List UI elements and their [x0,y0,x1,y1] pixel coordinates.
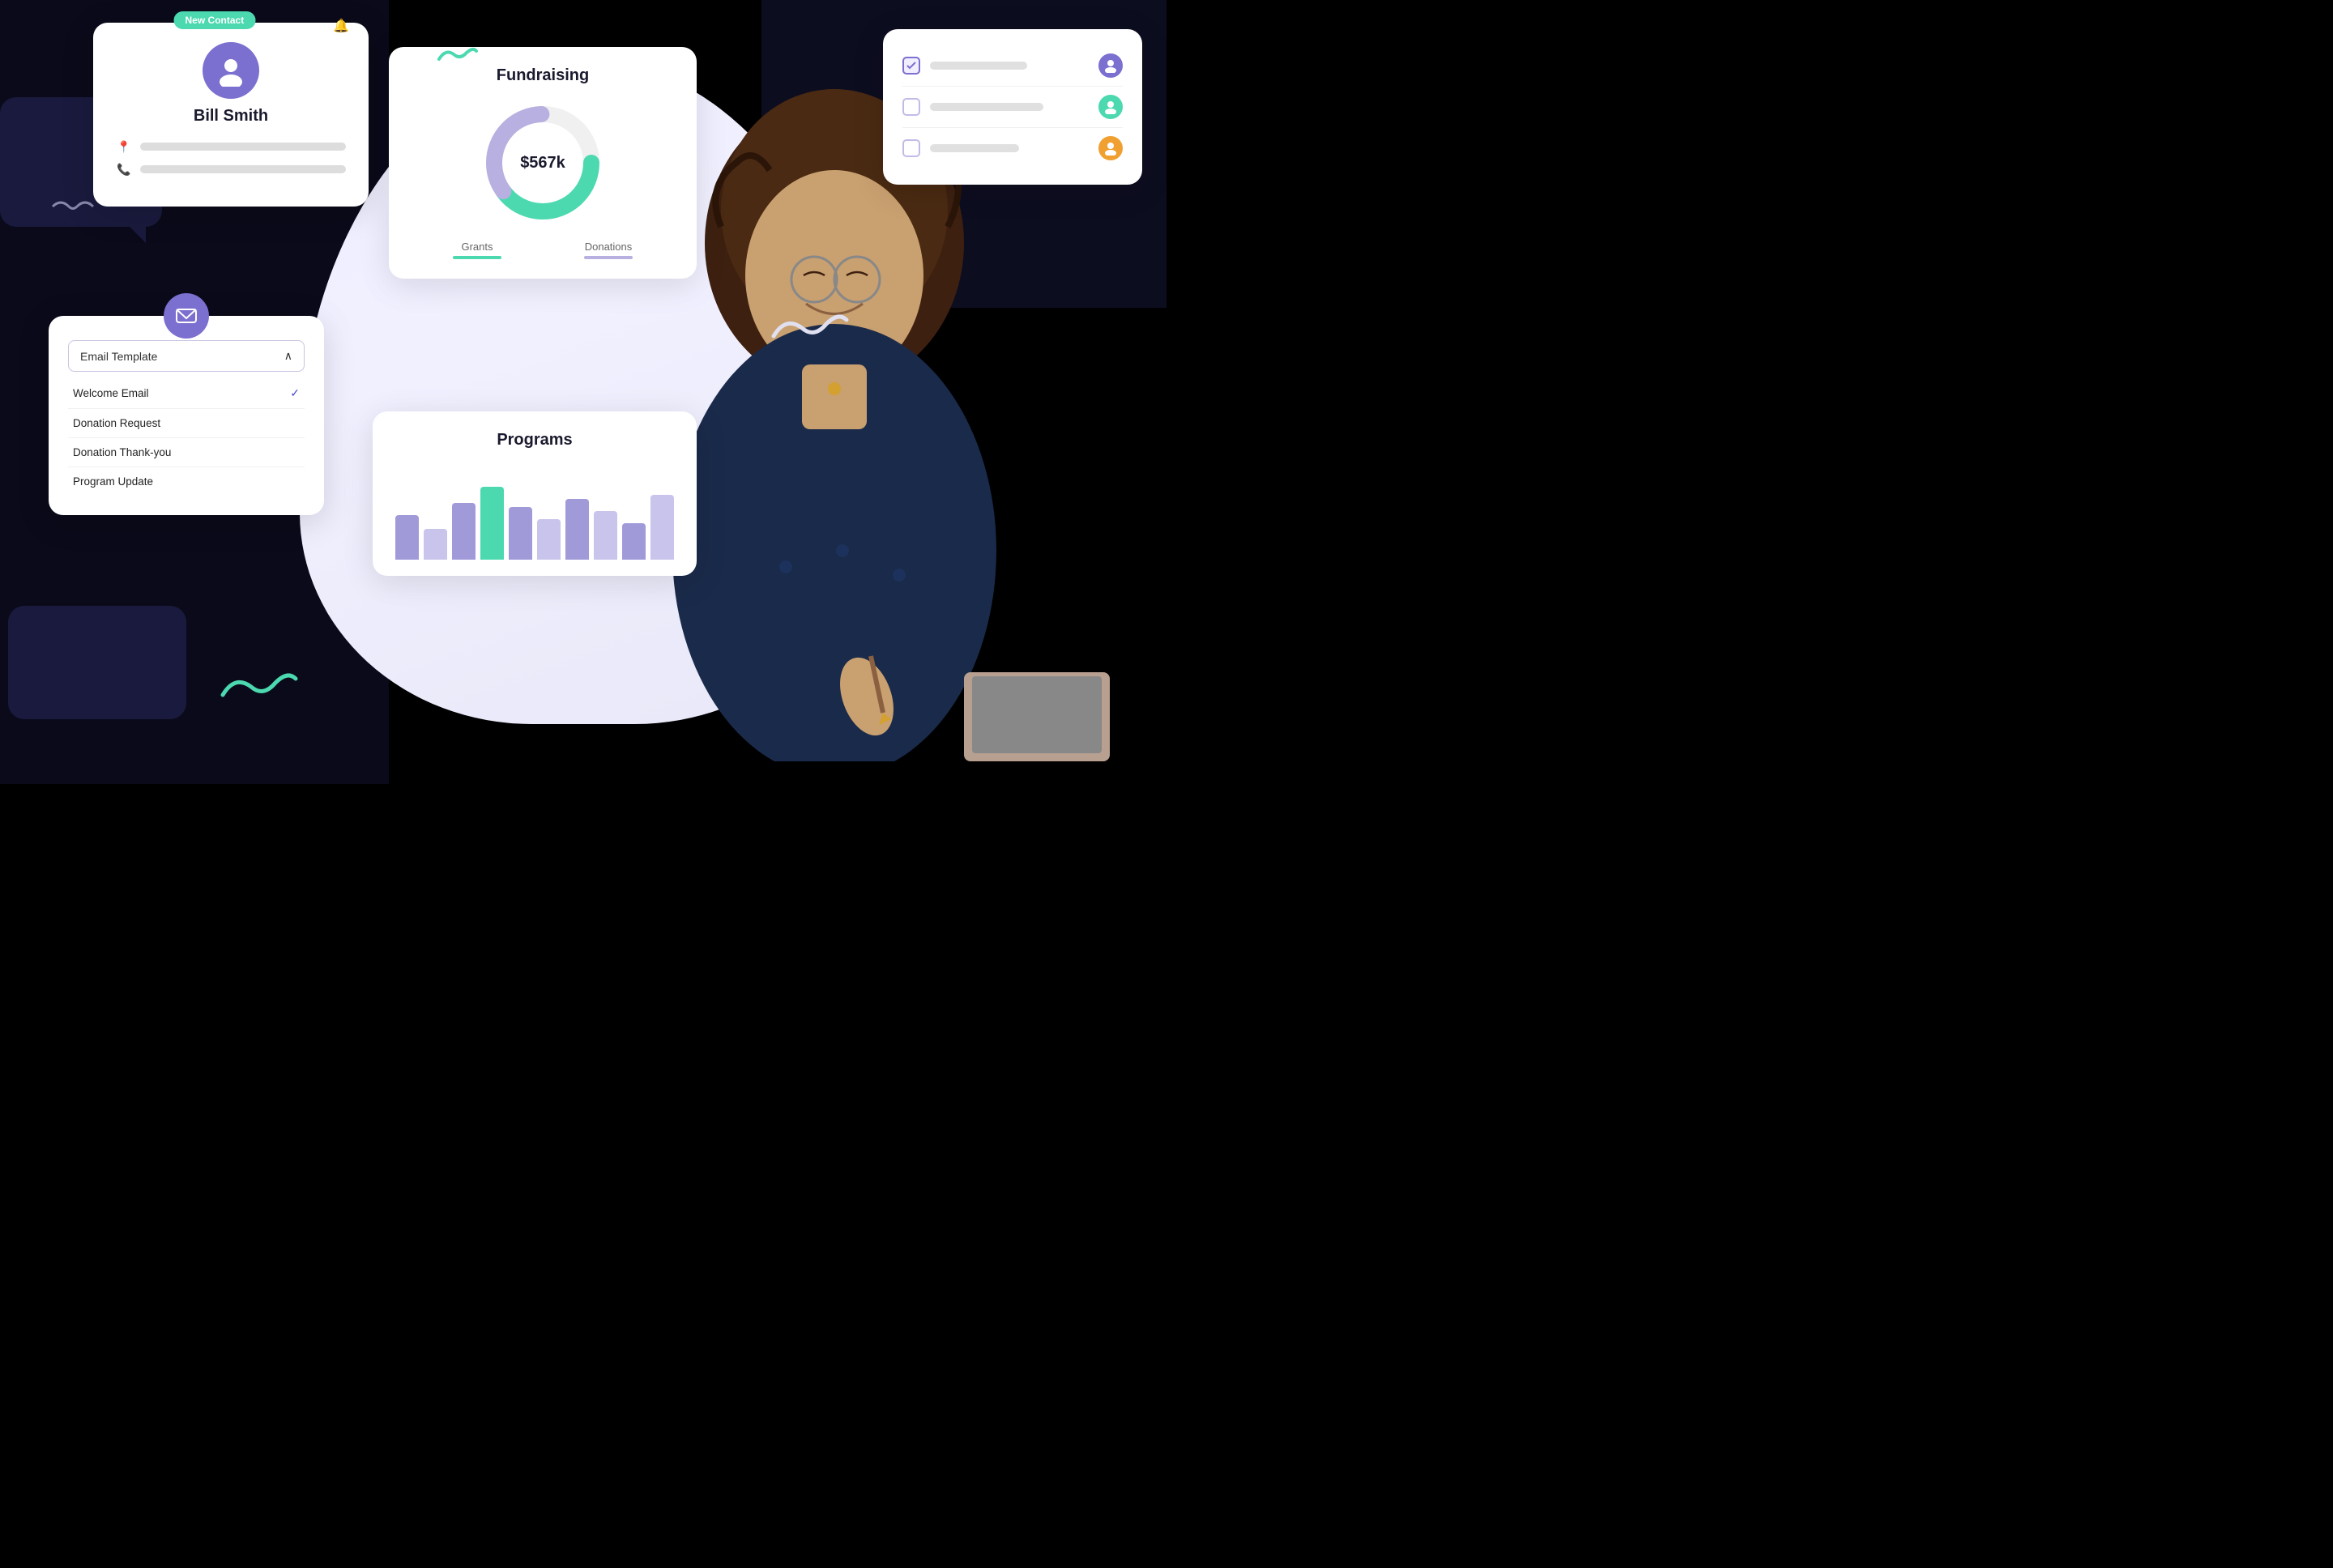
address-placeholder [140,143,346,151]
dropdown-item-donation-request[interactable]: Donation Request [68,409,305,438]
bar-2 [452,503,476,560]
bar-3 [480,487,504,560]
programs-title: Programs [395,431,674,450]
check-icon: ✓ [290,386,300,400]
task-text-3 [930,144,1019,152]
new-contact-badge: New Contact [174,11,256,29]
cards-container: New Contact 🔔 Bill Smith 📍 📞 Email [0,0,1166,784]
task-checkbox-1[interactable] [902,57,920,75]
bar-8 [622,523,646,560]
dropdown-item-program-update[interactable]: Program Update [68,467,305,496]
bar-4 [509,507,532,560]
task-list-card [883,29,1142,185]
task-avatar-2 [1098,95,1123,119]
location-icon: 📍 [116,138,132,155]
task-checkbox-2[interactable] [902,98,920,116]
dropdown-item-label: Donation Thank-you [73,446,171,458]
contact-name: Bill Smith [116,107,346,126]
chevron-up-icon: ∧ [284,349,292,363]
bar-9 [650,495,674,560]
task-avatar-3 [1098,136,1123,160]
task-text-2 [930,103,1043,111]
deco-white-swirl [770,308,851,344]
avatar [203,42,259,99]
task-left-3 [902,139,1019,157]
dropdown-item-welcome-email[interactable]: Welcome Email ✓ [68,378,305,409]
bar-5 [537,519,561,560]
dropdown-item-label: Donation Request [73,417,160,429]
dropdown-item-label: Welcome Email [73,387,149,399]
email-template-dropdown[interactable]: Email Template ∧ [68,340,305,372]
phone-placeholder [140,165,346,173]
bell-icon[interactable]: 🔔 [330,15,352,37]
grants-label: Grants [453,241,501,253]
task-row-1 [902,45,1123,87]
programs-card: Programs [373,411,697,576]
email-template-card: Email Template ∧ Welcome Email ✓ Donatio… [49,316,324,515]
task-text-1 [930,62,1027,70]
fundraising-title: Fundraising [412,66,674,85]
grants-bar [453,256,501,259]
task-row-3 [902,128,1123,168]
donut-chart: $567k [412,98,674,228]
fundraising-amount: $567k [520,154,565,173]
contact-phone-row: 📞 [116,161,346,177]
programs-bar-chart [395,462,674,560]
email-icon-circle [164,293,209,339]
dropdown-item-donation-thankyou[interactable]: Donation Thank-you [68,438,305,467]
phone-icon: 📞 [116,161,132,177]
grants-legend: Grants [453,241,501,259]
contact-card: New Contact 🔔 Bill Smith 📍 📞 [93,23,369,207]
deco-teal-swirl [219,667,300,703]
task-row-2 [902,87,1123,128]
task-left-2 [902,98,1043,116]
dropdown-list: Welcome Email ✓ Donation Request Donatio… [68,378,305,496]
dropdown-item-label: Program Update [73,475,153,488]
fundraising-legend: Grants Donations [412,241,674,259]
bar-0 [395,515,419,560]
task-checkbox-3[interactable] [902,139,920,157]
donations-legend: Donations [584,241,633,259]
dropdown-selected-label: Email Template [80,350,157,363]
bar-6 [565,499,589,560]
task-avatar-1 [1098,53,1123,78]
task-left-1 [902,57,1027,75]
bar-7 [594,511,617,560]
donut-center: $567k [520,154,565,173]
donations-bar [584,256,633,259]
contact-address-row: 📍 [116,138,346,155]
deco-teal-small [437,45,478,65]
bar-1 [424,529,447,560]
donations-label: Donations [584,241,633,253]
fundraising-card: Fundraising $567k Grants Donations [389,47,697,279]
